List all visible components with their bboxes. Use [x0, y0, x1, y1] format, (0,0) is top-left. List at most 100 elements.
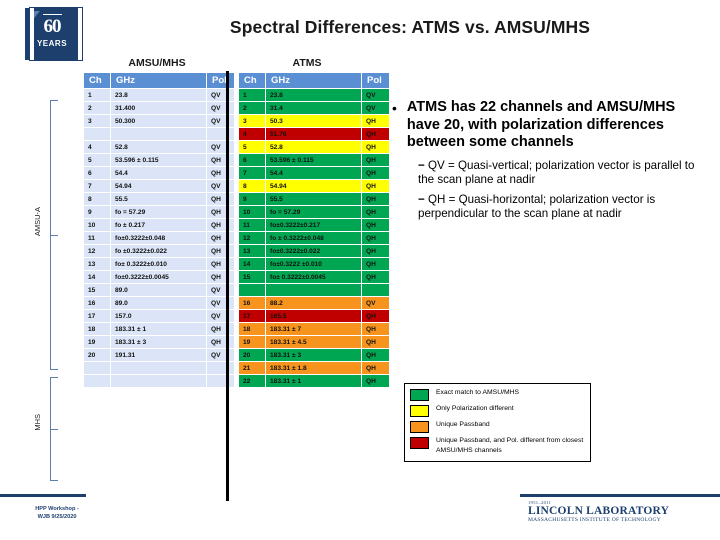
cell-gap-17 — [235, 310, 238, 322]
cell-atms-ghz-9: fo = 57.29 — [266, 206, 361, 218]
cell-amsu-ch-10: 10 — [84, 219, 110, 231]
cell-atms-ghz-5: 53.596 ± 0.115 — [266, 154, 361, 166]
cell-amsu-ch-1: 2 — [84, 102, 110, 114]
bullet-sub-1-text: QV = Quasi-vertical; polarization vector… — [418, 158, 695, 186]
table-row: 14 fo±0.3222±0.0045 QH 15 fo± 0.3222±0.0045 Q… — [84, 271, 389, 283]
cell-gap-12 — [235, 245, 238, 257]
spectral-comparison-table: AMSU/MHS ATMS Ch GHz Pol Ch GHz Pol 1 23.… — [83, 57, 389, 388]
mhs-bracket — [50, 377, 58, 481]
cell-atms-ghz-8: 55.5 — [266, 193, 361, 205]
logo-number-text: 60 — [43, 16, 62, 37]
cell-amsu-ghz-22 — [111, 375, 206, 387]
cell-atms-ch-5: 6 — [239, 154, 265, 166]
cell-amsu-ghz-8: 55.5 — [111, 193, 206, 205]
logo-number: 60 — [25, 14, 79, 38]
cell-amsu-pol-1: QV — [207, 102, 234, 114]
cell-amsu-pol-18: QH — [207, 323, 234, 335]
bullet-list: • ATMS has 22 channels and AMSU/MHS have… — [392, 99, 712, 221]
legend-swatch-0 — [410, 389, 429, 401]
lincoln-laboratory-logo: 1951–2011 LINCOLN LABORATORY MASSACHUSET… — [528, 500, 718, 523]
cell-gap-4 — [235, 141, 238, 153]
color-legend: Exact match to AMSU/MHS Only Polarization… — [404, 383, 591, 462]
cell-amsu-ghz-15: 89.0 — [111, 284, 206, 296]
sixty-years-logo: 60 YEARS — [25, 8, 82, 60]
cell-atms-pol-13: QH — [362, 258, 389, 270]
cell-atms-pol-9: QH — [362, 206, 389, 218]
cell-amsu-ghz-12: fo ±0.3222±0.022 — [111, 245, 206, 257]
cell-atms-ch-11: 12 — [239, 232, 265, 244]
cell-amsu-ch-14: 14 — [84, 271, 110, 283]
cell-amsu-ghz-11: fo±0.3222±0.048 — [111, 232, 206, 244]
cell-amsu-ghz-4: 52.8 — [111, 141, 206, 153]
cell-amsu-pol-17: QV — [207, 310, 234, 322]
cell-amsu-ch-11: 11 — [84, 232, 110, 244]
table-row: 17 157.0 QV 17 165.5 QH — [84, 310, 389, 322]
cell-gap-11 — [235, 232, 238, 244]
footer-line-1: HPP Workshop - — [35, 506, 79, 512]
cell-amsu-ghz-13: fo± 0.3222±0.010 — [111, 258, 206, 270]
header-atms-ghz: GHz — [266, 73, 361, 88]
cell-gap-0 — [235, 89, 238, 101]
legend-item: Exact match to AMSU/MHS — [410, 388, 585, 401]
table-header-row: Ch GHz Pol Ch GHz Pol — [84, 73, 389, 88]
cell-amsu-pol-12: QH — [207, 245, 234, 257]
cell-atms-ch-17: 17 — [239, 310, 265, 322]
table-row: 12 fo ±0.3222±0.022 QH 13 fo±0.3222±0.022 QH — [84, 245, 389, 257]
cell-gap-19 — [235, 336, 238, 348]
bullet-main: • ATMS has 22 channels and AMSU/MHS have… — [392, 99, 712, 152]
cell-amsu-ghz-3 — [111, 128, 206, 140]
cell-amsu-ghz-18: 183.31 ± 1 — [111, 323, 206, 335]
cell-amsu-pol-21 — [207, 362, 234, 374]
legend-label-3: Unique Passband, and Pol. different from… — [436, 437, 584, 454]
cell-amsu-ch-22 — [84, 375, 110, 387]
cell-atms-ch-4: 5 — [239, 141, 265, 153]
cell-amsu-ch-15: 15 — [84, 284, 110, 296]
cell-amsu-ghz-14: fo±0.3222±0.0045 — [111, 271, 206, 283]
cell-amsu-pol-7: QV — [207, 180, 234, 192]
dash-icon-2: − — [418, 193, 425, 207]
header-gap — [235, 73, 238, 88]
cell-amsu-pol-4: QV — [207, 141, 234, 153]
cell-gap-3 — [235, 128, 238, 140]
cell-amsu-pol-3 — [207, 128, 234, 140]
legend-item: Unique Passband, and Pol. different from… — [410, 436, 585, 456]
cell-atms-ch-0: 1 — [239, 89, 265, 101]
cell-amsu-ghz-17: 157.0 — [111, 310, 206, 322]
cell-amsu-ch-13: 13 — [84, 258, 110, 270]
legend-item: Only Polarization different — [410, 404, 585, 417]
table-row: 5 53.596 ± 0.115 QH 6 53.596 ± 0.115 QH — [84, 154, 389, 166]
bullet-sub-2-text: QH = Quasi-horizontal; polarization vect… — [418, 193, 656, 221]
cell-amsu-ghz-20: 191.31 — [111, 349, 206, 361]
cell-atms-pol-0: QV — [362, 89, 389, 101]
cell-amsu-pol-9: QH — [207, 206, 234, 218]
cell-amsu-pol-10: QH — [207, 219, 234, 231]
table-row: 10 fo ± 0.217 QH 11 fo±0.3222±0.217 QH — [84, 219, 389, 231]
cell-gap-18 — [235, 323, 238, 335]
cell-atms-ch-3: 4 — [239, 128, 265, 140]
cell-atms-ghz-11: fo ± 0.3222±0.048 — [266, 232, 361, 244]
cell-amsu-pol-2: QV — [207, 115, 234, 127]
cell-amsu-pol-19: QH — [207, 336, 234, 348]
cell-atms-pol-16: QV — [362, 297, 389, 309]
cell-atms-ghz-6: 54.4 — [266, 167, 361, 179]
cell-atms-pol-14: QH — [362, 271, 389, 283]
cell-atms-pol-17: QH — [362, 310, 389, 322]
footer-line-2: WJB 9/25/2020 — [37, 514, 77, 521]
cell-amsu-ghz-10: fo ± 0.217 — [111, 219, 206, 231]
cell-amsu-pol-8: QH — [207, 193, 234, 205]
cell-gap-16 — [235, 297, 238, 309]
table-center-divider — [226, 71, 229, 501]
cell-amsu-ghz-6: 54.4 — [111, 167, 206, 179]
table-row: 3 50.300 QV 3 50.3 QH — [84, 115, 389, 127]
cell-amsu-pol-11: QH — [207, 232, 234, 244]
cell-atms-ghz-3: 51.76 — [266, 128, 361, 140]
cell-atms-ch-21: 21 — [239, 362, 265, 374]
group-header-atms: ATMS — [292, 57, 322, 69]
header-amsu-pol: Pol — [207, 73, 234, 88]
cell-atms-ghz-12: fo±0.3222±0.022 — [266, 245, 361, 257]
cell-amsu-ghz-19: 183.31 ± 3 — [111, 336, 206, 348]
cell-atms-ghz-15 — [266, 284, 361, 296]
table-row: 20 191.31 QV 20 183.31 ± 3 QH — [84, 349, 389, 361]
cell-amsu-ghz-7: 54.94 — [111, 180, 206, 192]
cell-amsu-ch-3 — [84, 128, 110, 140]
